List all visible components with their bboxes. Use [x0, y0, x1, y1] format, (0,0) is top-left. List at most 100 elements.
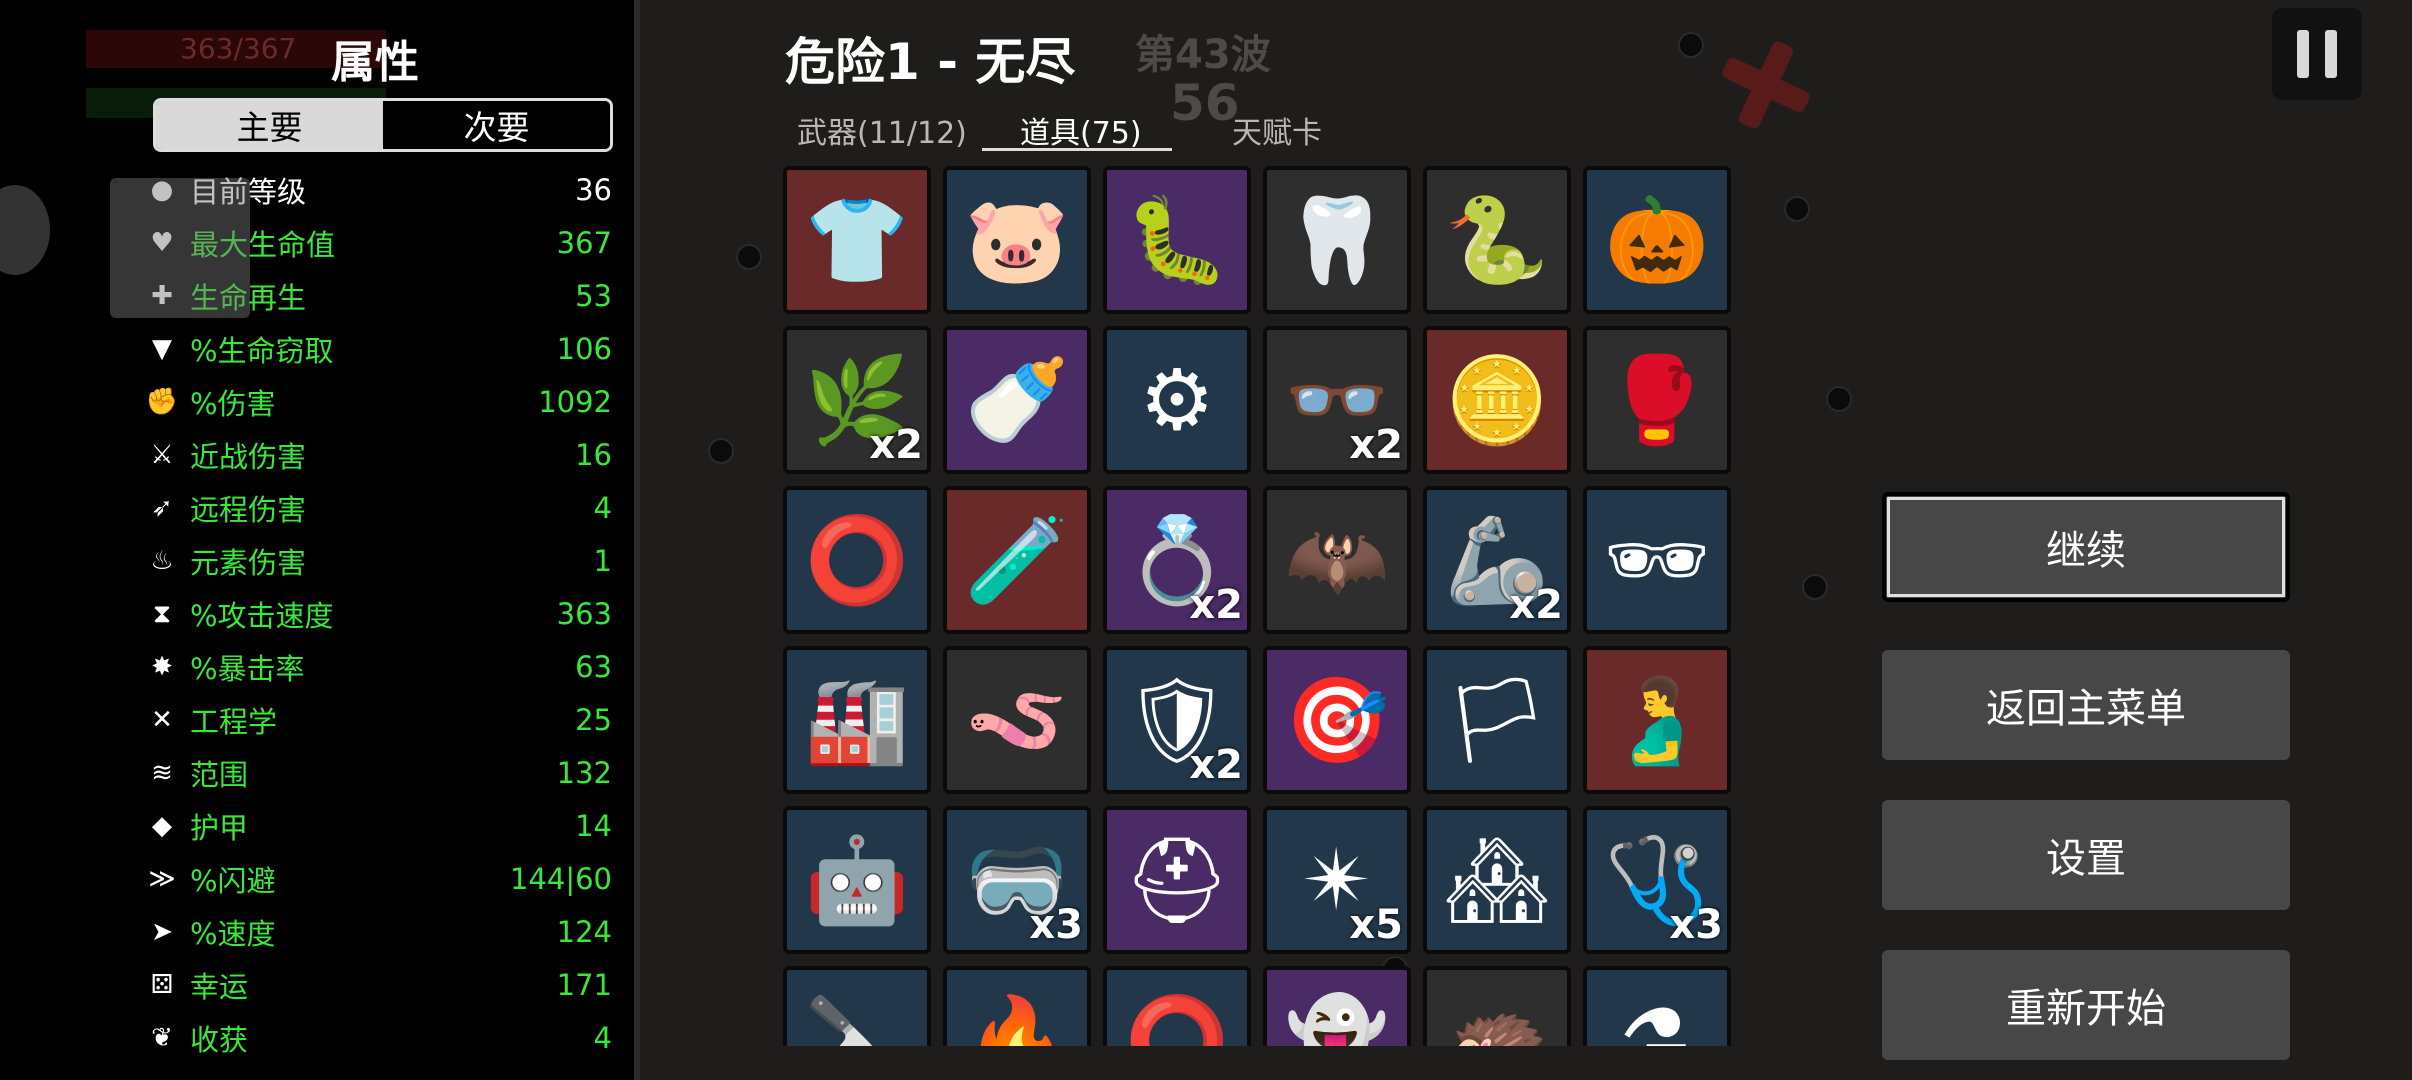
- tardigrade-icon: 🐛: [1124, 191, 1230, 289]
- item-slot[interactable]: ⚙: [1103, 326, 1251, 474]
- stat-value: 63: [575, 650, 612, 684]
- red-cross-decor: [1720, 40, 1810, 130]
- restart-button[interactable]: 重新开始: [1882, 950, 2290, 1060]
- item-slot[interactable]: 🦔: [1423, 966, 1571, 1046]
- sword-icon: ⚔: [150, 440, 174, 470]
- item-count: x5: [1349, 902, 1403, 948]
- fangs-icon: ▼: [152, 334, 172, 364]
- item-slot[interactable]: 💍 x2: [1103, 486, 1251, 634]
- tab-talents[interactable]: 天赋卡: [1232, 108, 1322, 152]
- boxing-glove-icon: 🥊: [1604, 351, 1710, 449]
- stat-value: 171: [556, 968, 612, 1002]
- bullet-decor: [736, 244, 762, 270]
- item-slot[interactable]: 👓 x2: [1263, 326, 1411, 474]
- pause-button[interactable]: [2272, 8, 2362, 100]
- item-slot[interactable]: 🔪: [783, 966, 931, 1046]
- eye-mask-icon: 🕶: [1603, 511, 1711, 609]
- item-count: x3: [1669, 902, 1723, 948]
- stat-label: %攻击速度: [190, 599, 334, 633]
- stat-row: ➤ %速度 124: [140, 908, 612, 956]
- item-slot[interactable]: 🐛: [1103, 166, 1251, 314]
- item-slot[interactable]: ⭕: [1103, 966, 1251, 1046]
- stat-row: ⚄ 幸运 171: [140, 961, 612, 1009]
- fire-icon: 🔥: [964, 991, 1070, 1046]
- stat-value: 106: [556, 332, 612, 366]
- item-slot[interactable]: 🛡 x2: [1103, 646, 1251, 794]
- item-slot[interactable]: 🧪: [943, 486, 1091, 634]
- tab-weapons[interactable]: 武器(11/12): [797, 108, 967, 152]
- stat-label: %伤害: [190, 387, 276, 421]
- hedgehog-icon: 🦔: [1444, 991, 1550, 1046]
- item-slot[interactable]: 👕: [783, 166, 931, 314]
- stats-segment-control: 主要 次要: [153, 98, 613, 152]
- piggy-bank-icon: 🐷: [964, 191, 1070, 289]
- settings-button[interactable]: 设置: [1882, 800, 2290, 910]
- stat-value: 1092: [538, 385, 612, 419]
- pause-icon: [2297, 30, 2309, 78]
- stat-row: ⧗ %攻击速度 363: [140, 590, 612, 638]
- tab-secondary-stats[interactable]: 次要: [383, 101, 610, 149]
- bullet-decor: [1826, 386, 1852, 412]
- item-slot[interactable]: 🦾 x2: [1423, 486, 1571, 634]
- tab-items[interactable]: 道具(75): [1020, 108, 1142, 152]
- item-slot[interactable]: 🏳: [1423, 646, 1571, 794]
- panel-divider: [634, 0, 640, 1080]
- stat-row: ≫ %闪避 144|60: [140, 855, 612, 903]
- wave-timer: 56: [1170, 74, 1240, 132]
- item-slot[interactable]: 🫃: [1583, 646, 1731, 794]
- stat-label: 幸运: [190, 970, 249, 1004]
- stat-value: 4: [593, 491, 612, 525]
- item-slot[interactable]: 🏭: [783, 646, 931, 794]
- item-slot[interactable]: 🦷: [1263, 166, 1411, 314]
- bullet-decor: [708, 438, 734, 464]
- gear-icon: ⚙: [1139, 351, 1215, 449]
- item-count: x2: [1189, 582, 1243, 628]
- item-slot[interactable]: 🥊: [1583, 326, 1731, 474]
- item-slot[interactable]: 🪱: [943, 646, 1091, 794]
- item-slot[interactable]: ✴ x5: [1263, 806, 1411, 954]
- item-slot[interactable]: 🔥: [943, 966, 1091, 1046]
- item-count: x2: [869, 422, 923, 468]
- stats-panel: 363/367 属性 主要 次要 ● 目前等级 36 ♥ 最大生命值 367 ✚ 生命再生 53…: [0, 0, 634, 1080]
- stat-value: 53: [575, 279, 612, 313]
- item-slot[interactable]: 🦇: [1263, 486, 1411, 634]
- red-ring-icon: ⭕: [1124, 991, 1230, 1046]
- stat-value: 14: [575, 809, 612, 843]
- floating-overlay-button[interactable]: [110, 178, 250, 318]
- stat-row: ◆ 护甲 14: [140, 802, 612, 850]
- item-slot[interactable]: 🪙: [1423, 326, 1571, 474]
- wrench-icon: ✕: [151, 705, 173, 735]
- item-slot[interactable]: 🐷: [943, 166, 1091, 314]
- item-slot[interactable]: 🕶: [1583, 486, 1731, 634]
- tooth-icon: 🦷: [1284, 191, 1390, 289]
- item-slot[interactable]: 🩺 x3: [1583, 806, 1731, 954]
- item-slot[interactable]: 🍼: [943, 326, 1091, 474]
- continue-button[interactable]: 继续: [1882, 492, 2290, 602]
- item-slot[interactable]: 🤖: [783, 806, 931, 954]
- main-menu-button[interactable]: 返回主菜单: [1882, 650, 2290, 760]
- item-slot[interactable]: 👻: [1263, 966, 1411, 1046]
- item-slot[interactable]: ⭕: [783, 486, 931, 634]
- stat-row: ≋ 范围 132: [140, 749, 612, 797]
- factory-icon: 🏘: [1443, 831, 1551, 929]
- stat-row: ✸ %暴击率 63: [140, 643, 612, 691]
- item-slot[interactable]: 🎃: [1583, 166, 1731, 314]
- bat-icon: 🦇: [1284, 511, 1390, 609]
- stat-label: 收获: [190, 1023, 249, 1057]
- item-count: x3: [1029, 902, 1083, 948]
- item-slot[interactable]: ⛑: [1103, 806, 1251, 954]
- item-slot[interactable]: 🐍: [1423, 166, 1571, 314]
- item-slot[interactable]: 🥽 x3: [943, 806, 1091, 954]
- item-slot[interactable]: 🎯: [1263, 646, 1411, 794]
- item-slot[interactable]: 🌿 x2: [783, 326, 931, 474]
- stat-value: 4: [593, 1021, 612, 1055]
- stat-value: 132: [556, 756, 612, 790]
- stat-row: ✕ 工程学 25: [140, 696, 612, 744]
- worm-icon: 🪱: [964, 671, 1070, 769]
- item-slot[interactable]: 🏘: [1423, 806, 1571, 954]
- harvest-icon: ❦: [151, 1023, 173, 1053]
- item-slot[interactable]: ⚗: [1583, 966, 1731, 1046]
- stat-label: 范围: [190, 758, 249, 792]
- tab-primary-stats[interactable]: 主要: [156, 101, 383, 149]
- turret-icon: 🤖: [804, 831, 910, 929]
